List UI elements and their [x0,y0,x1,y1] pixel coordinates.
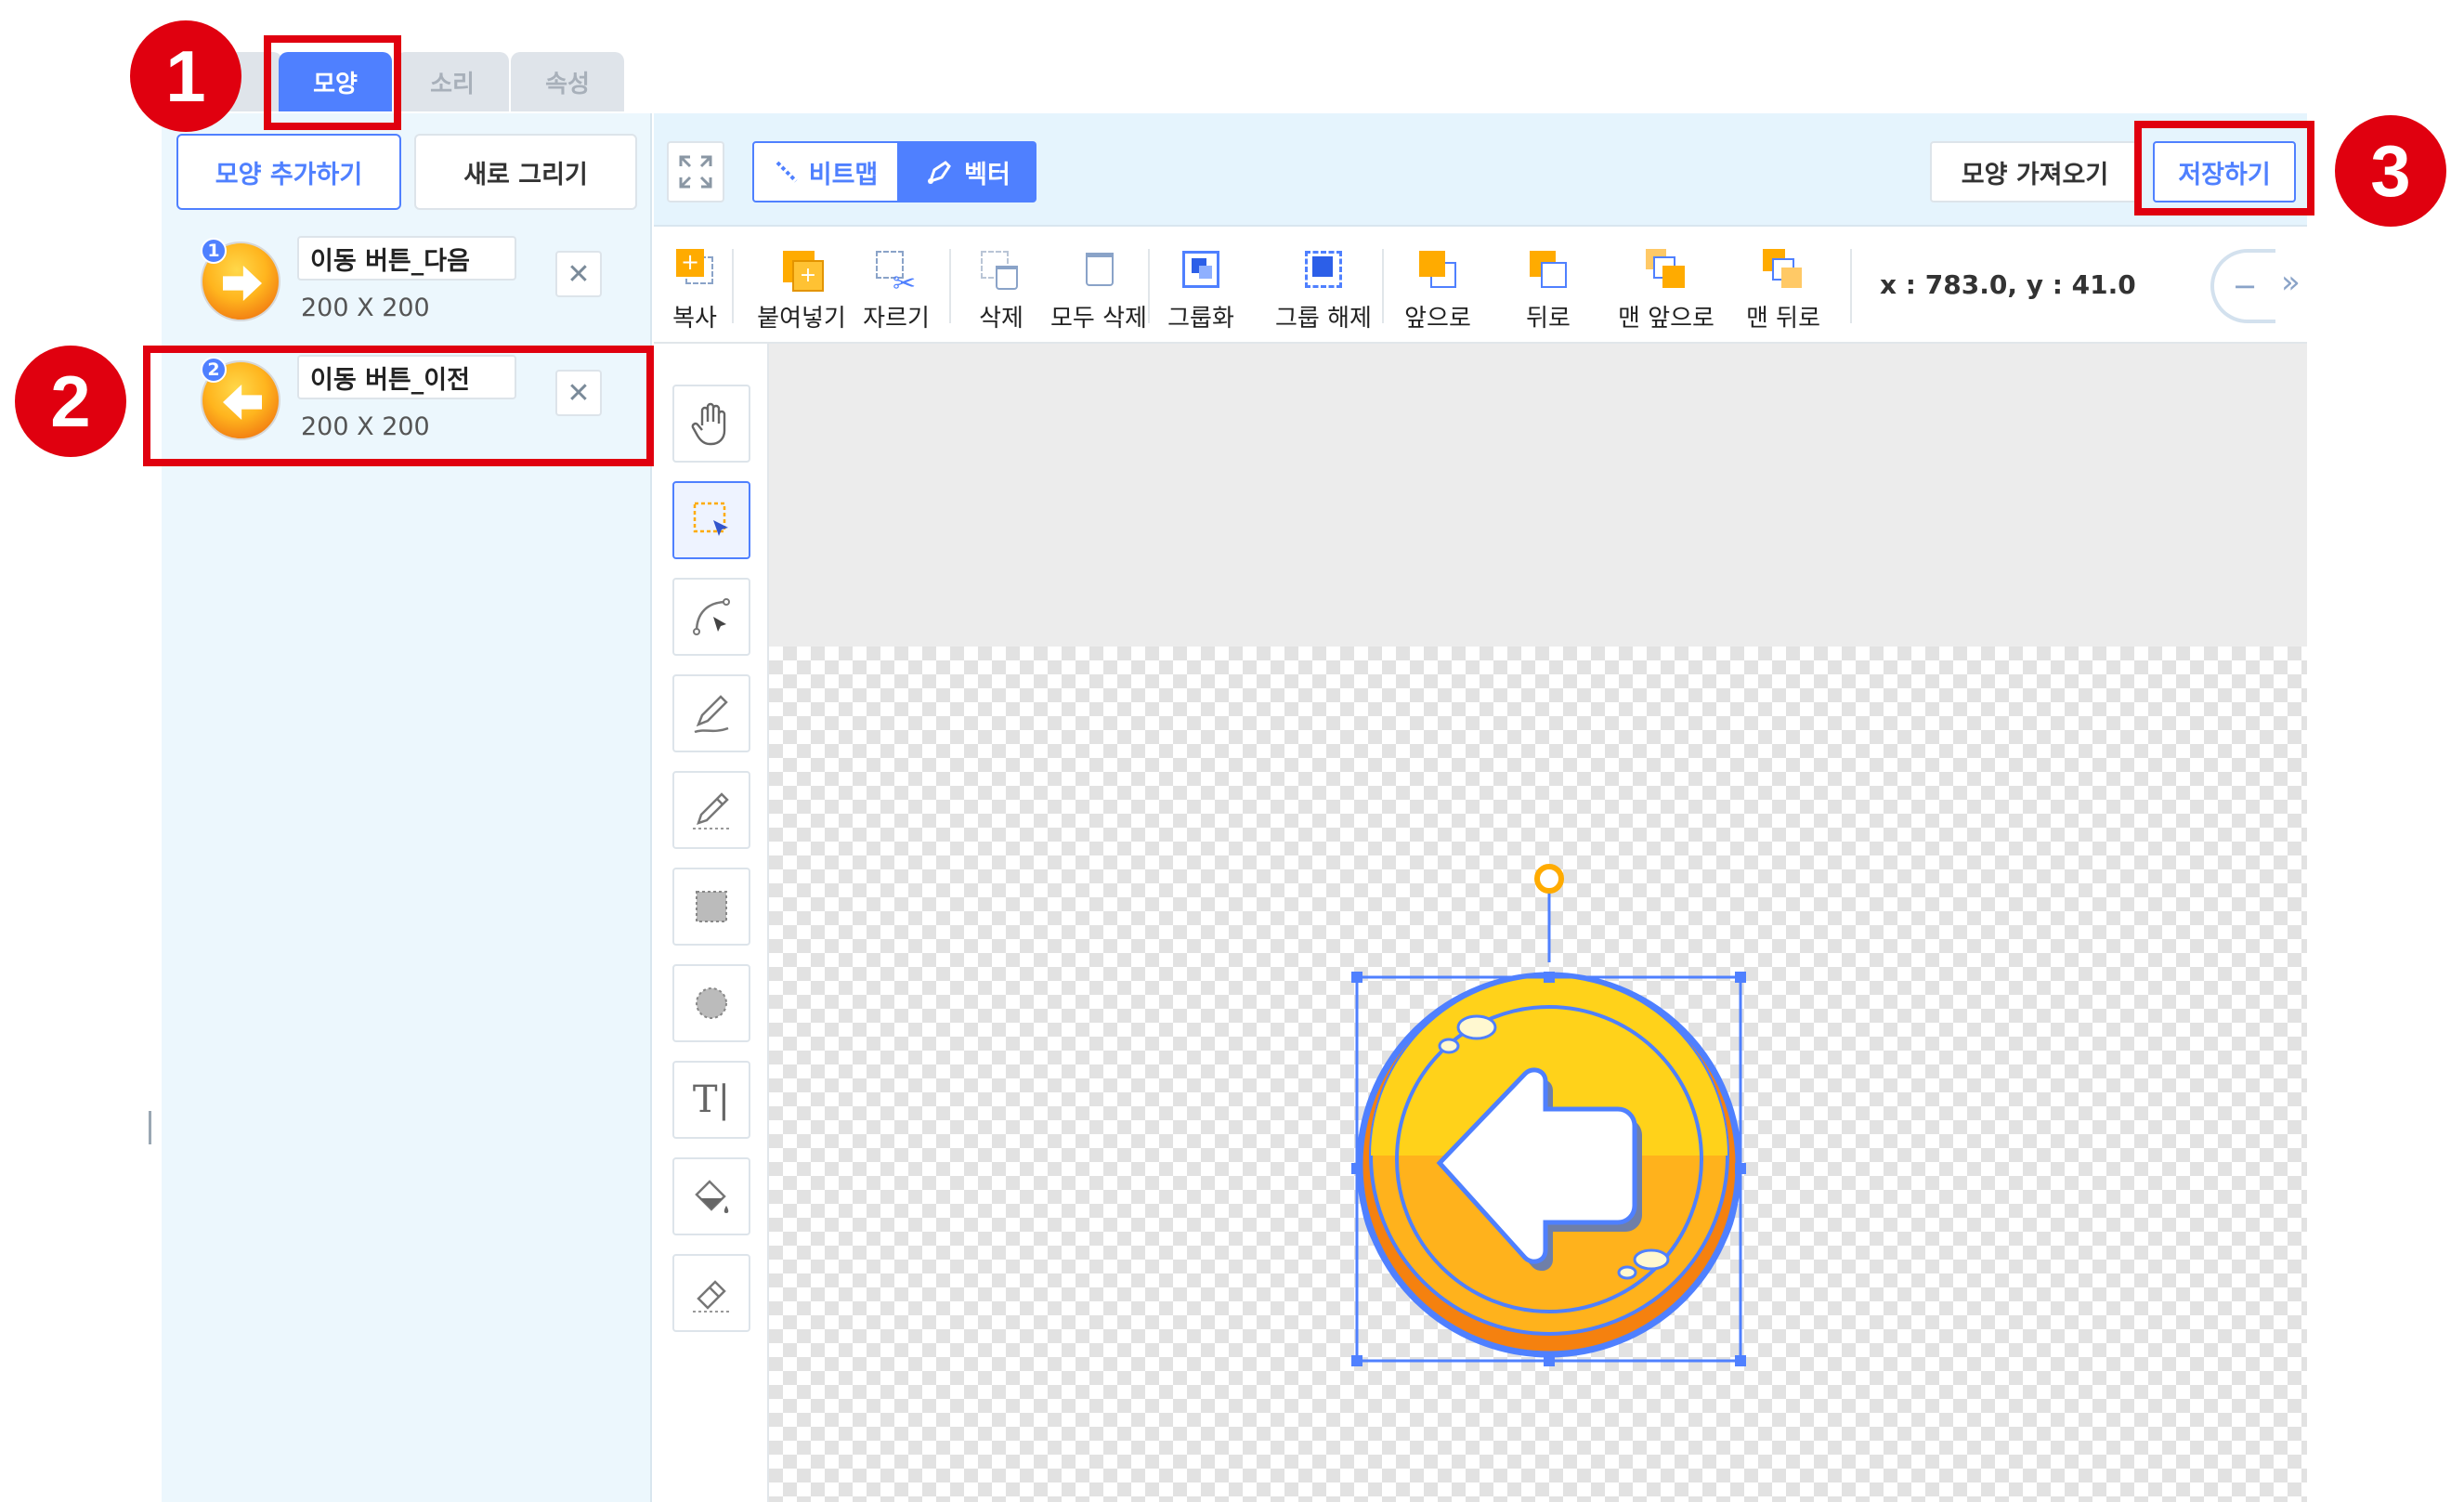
toolbar-divider [732,249,734,323]
canvas-outer-area [769,344,2307,647]
select-tool[interactable] [672,481,750,559]
trash-all-icon [1076,247,1121,294]
rectangle-tool[interactable] [672,868,750,946]
copy-button[interactable]: + 복사 [665,236,724,338]
drawing-canvas[interactable] [769,647,2307,1502]
pen-tool[interactable] [672,674,750,752]
fill-tool[interactable] [672,1157,750,1235]
editor-screen: 모양 소리 속성 모양 추가하기 새로 그리기 1 이동 버튼_다음 200 X… [0,0,2464,1502]
editor-topbar: 비트맵 벡터 모양 가져오기 저장하기 [654,113,2307,227]
vector-pen-icon [928,161,952,184]
path-edit-icon [693,598,730,635]
fullscreen-icon [679,155,712,189]
copy-icon: + [672,247,717,294]
tab-sound[interactable]: 소리 [396,52,509,111]
group-label: 그룹화 [1167,305,1234,333]
shape-list-panel: 모양 추가하기 새로 그리기 1 이동 버튼_다음 200 X 200 ✕ 2 … [162,113,652,1502]
pen-icon [694,695,729,734]
fullscreen-button[interactable] [667,141,724,202]
paste-label: 붙여넣기 [757,305,846,333]
annotation-box-1 [264,35,401,130]
bitmap-mode-button[interactable]: 비트맵 [752,141,899,202]
ungroup-label: 그룹 해제 [1275,305,1372,333]
shape-item-next[interactable]: 1 이동 버튼_다음 200 X 200 ✕ [191,230,628,333]
resize-handle[interactable] [149,1111,151,1144]
hand-tool[interactable] [672,385,750,463]
trash-icon [979,247,1023,294]
bring-to-front-label: 맨 앞으로 [1618,305,1714,333]
right-arrow-icon [223,266,262,301]
fill-icon [695,1180,729,1213]
group-button[interactable]: 그룹화 [1159,236,1243,338]
send-backward-button[interactable]: 뒤로 [1516,236,1581,338]
annotation-box-3 [2134,121,2314,216]
delete-all-button[interactable]: 모두 삭제 [1048,236,1150,338]
ungroup-icon [1301,247,1346,294]
edit-toolbar: + 복사 + 붙여넣기 ✂ 자르기 삭제 모두 삭제 그룹화 그룹 해제 앞으로… [654,229,2307,344]
vector-mode-button[interactable]: 벡터 [899,141,1036,202]
toolbar-divider [1382,249,1384,323]
cut-label: 자르기 [863,305,930,333]
toolbar-divider [1850,249,1852,323]
circle-tool[interactable] [672,964,750,1042]
rect-icon [696,891,727,922]
add-shape-button[interactable]: 모양 추가하기 [176,134,401,210]
paste-button[interactable]: + 붙여넣기 [752,236,851,338]
shape-size-text: 200 X 200 [301,294,430,322]
bring-to-front-button[interactable]: 맨 앞으로 [1612,236,1720,338]
ungroup-button[interactable]: 그룹 해제 [1265,236,1382,338]
text-tool[interactable]: T| [672,1061,750,1139]
toolbar-more-button[interactable]: » [2281,264,2301,301]
delete-shape-button[interactable]: ✕ [555,251,602,297]
selected-shape[interactable] [769,647,2307,1502]
cut-button[interactable]: ✂ 자르기 [860,236,932,338]
hand-icon [691,402,726,446]
send-backward-icon [1526,247,1571,294]
import-shape-button[interactable]: 모양 가져오기 [1930,141,2140,202]
eraser-tool[interactable] [672,1254,750,1332]
cursor-coordinates: x : 783.0, y : 41.0 [1880,269,2136,300]
pencil-icon [693,792,730,829]
bring-forward-icon [1415,247,1460,294]
send-to-back-label: 맨 뒤로 [1745,305,1821,333]
delete-label: 삭제 [979,305,1023,333]
bitmap-label: 비트맵 [808,160,879,189]
vector-label: 벡터 [964,160,1010,189]
bring-to-front-icon [1644,247,1688,294]
toolbar-divider [949,249,951,323]
annotation-box-2 [143,346,654,466]
paste-icon: + [779,247,824,294]
rotation-handle[interactable] [1534,864,1564,894]
delete-button[interactable]: 삭제 [964,236,1038,338]
annotation-number-2: 2 [15,346,126,457]
pencil-tool[interactable] [672,771,750,849]
new-draw-button[interactable]: 새로 그리기 [414,134,637,210]
delete-all-label: 모두 삭제 [1050,305,1147,333]
path-edit-tool[interactable] [672,578,750,656]
bitmap-icon [776,161,798,183]
annotation-number-1: 1 [130,20,241,132]
group-icon [1179,247,1223,294]
send-backward-label: 뒤로 [1526,305,1571,333]
send-to-back-button[interactable]: 맨 뒤로 [1740,236,1826,338]
send-to-back-icon [1761,247,1806,294]
scissors-icon: ✂ [874,247,919,300]
text-icon: T| [692,1078,731,1121]
bring-forward-button[interactable]: 앞으로 [1393,236,1482,338]
annotation-number-3: 3 [2335,115,2446,227]
select-icon [693,502,728,536]
tab-property[interactable]: 속성 [511,52,624,111]
toolbar-divider [1148,249,1150,323]
shape-name-input[interactable]: 이동 버튼_다음 [297,236,516,281]
drawing-tools-panel: T| [654,344,769,1502]
copy-label: 복사 [672,305,717,333]
eraser-icon [693,1280,730,1313]
zoom-out-button[interactable]: − [2210,249,2275,323]
shape-number-badge: 1 [201,238,227,264]
bring-forward-label: 앞으로 [1404,305,1471,333]
circle-icon [696,987,727,1019]
